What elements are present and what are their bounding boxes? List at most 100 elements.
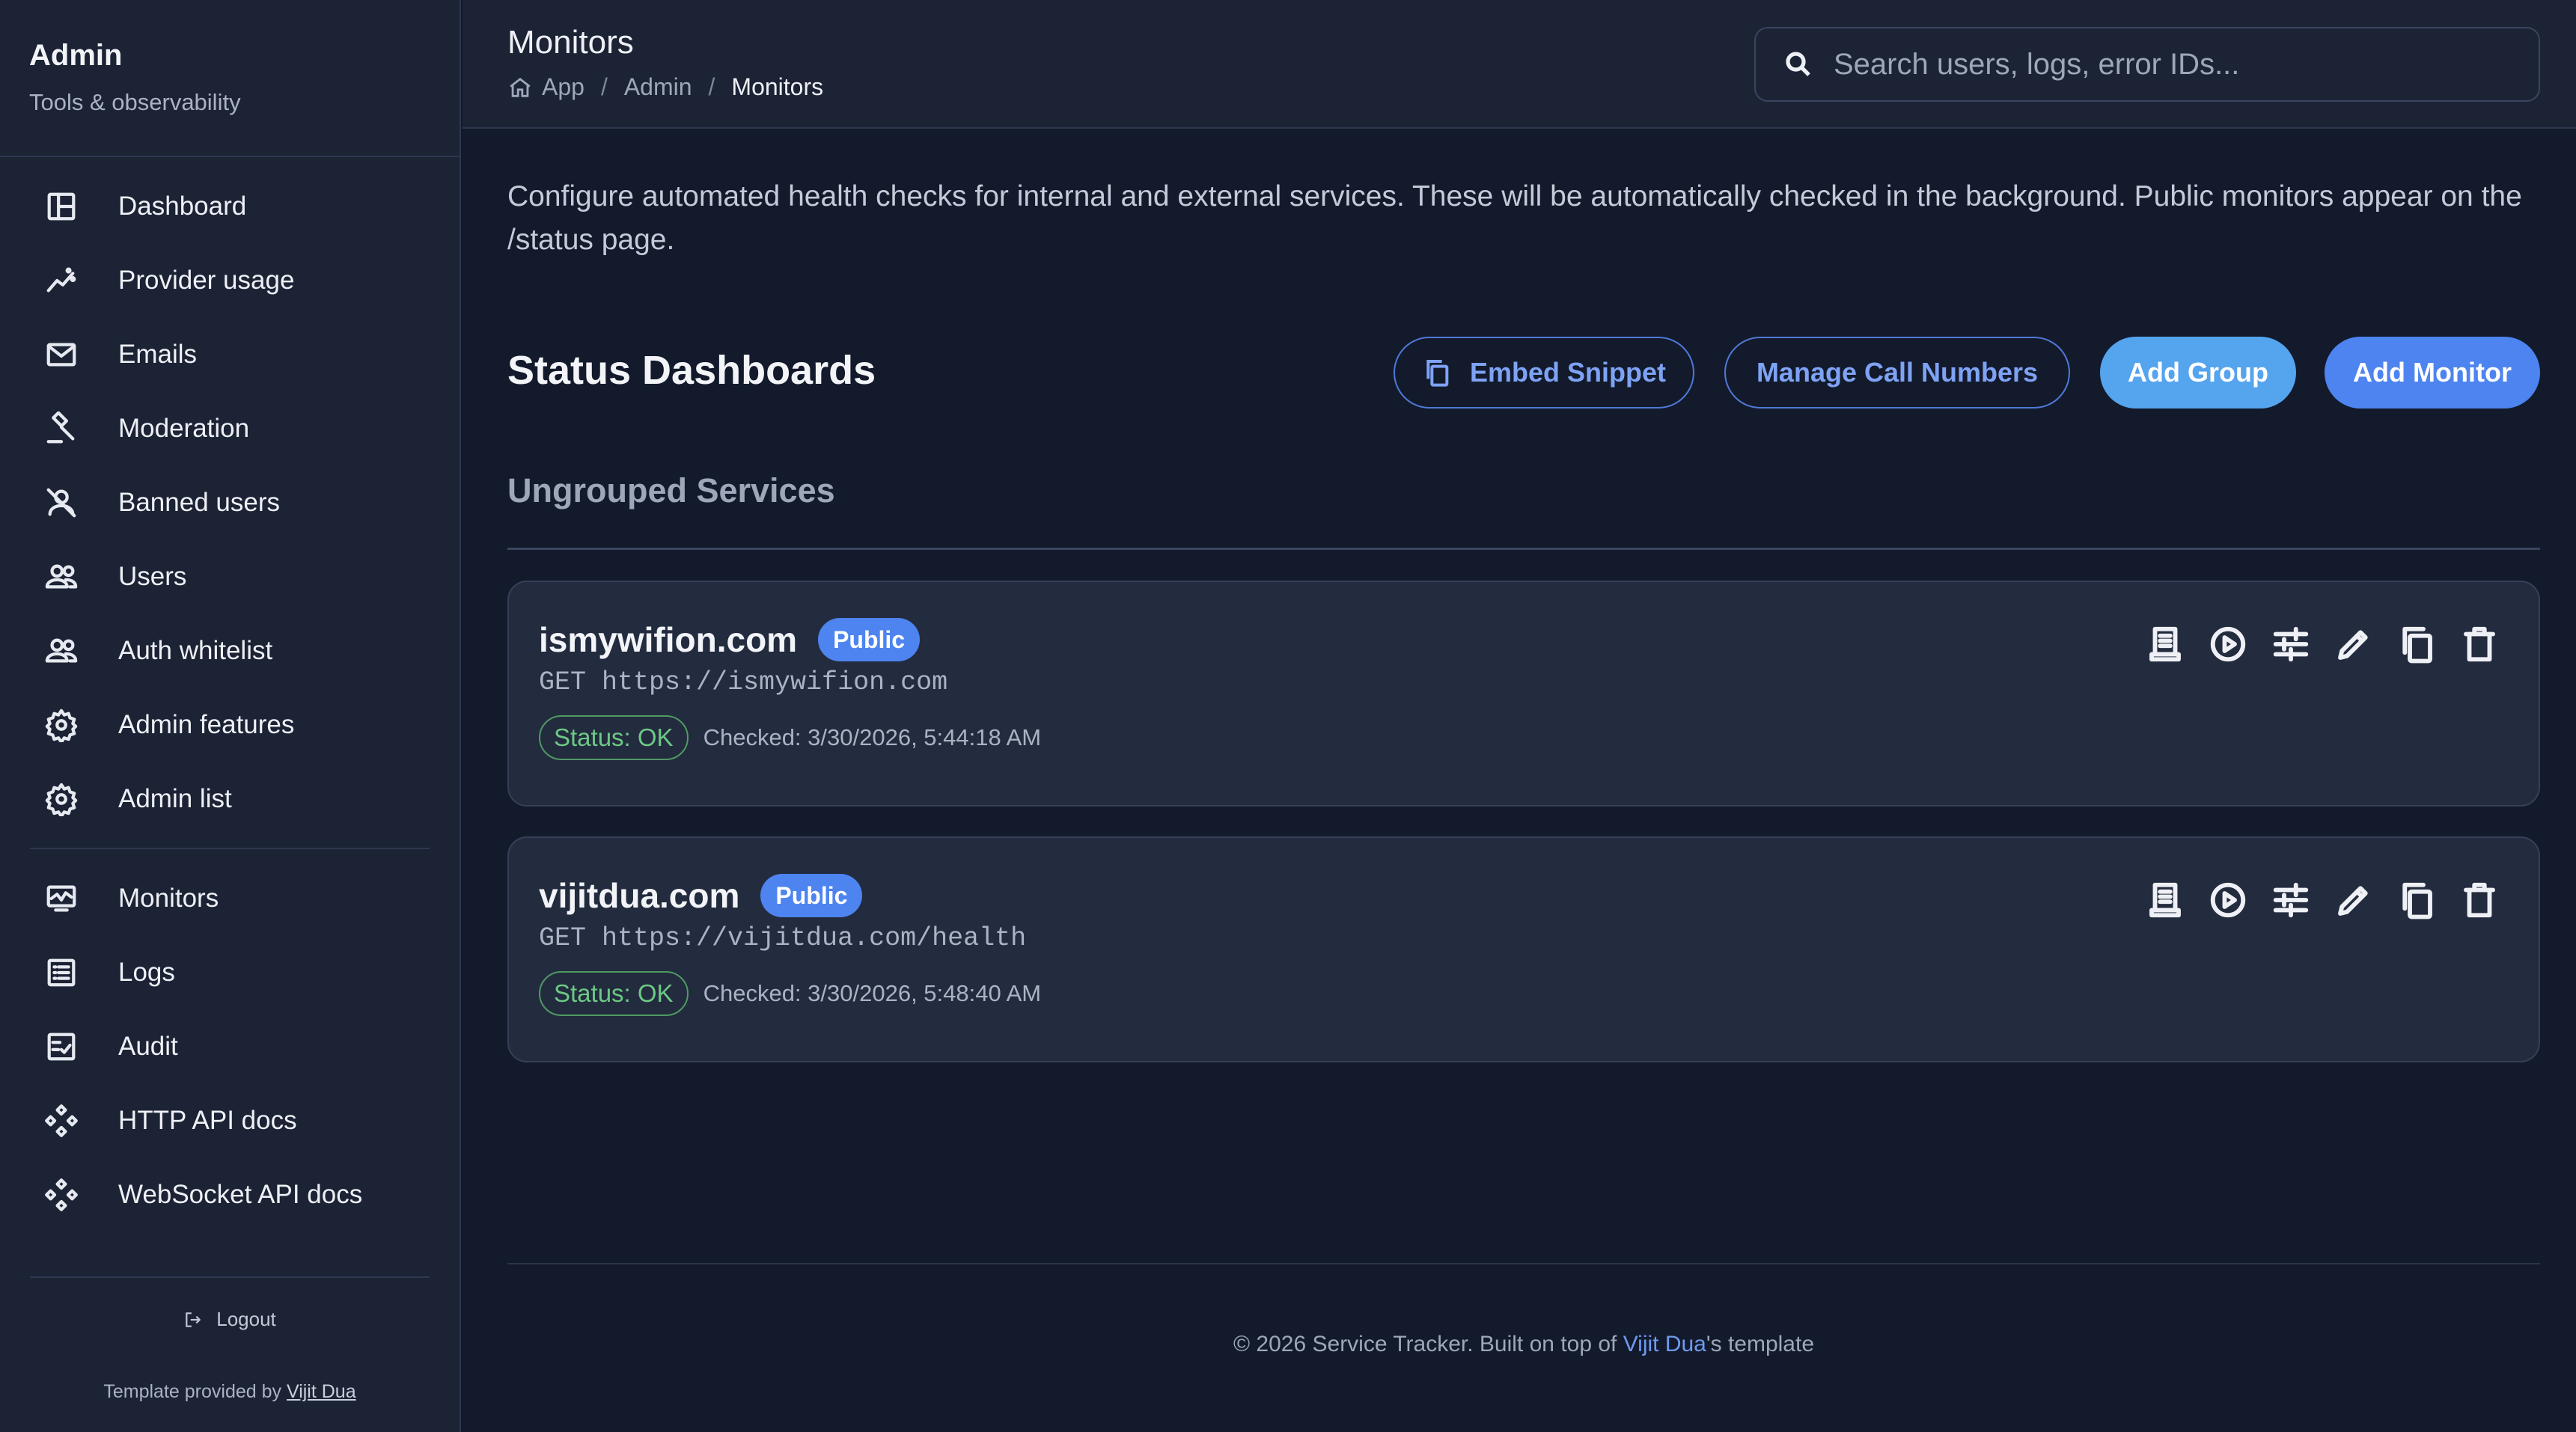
receipt-icon (2149, 882, 2181, 918)
footer-author-link[interactable]: Vijit Dua (1623, 1332, 1706, 1356)
monitor-card: ismywifion.com Public GET https://ismywi… (507, 581, 2540, 807)
edit-button[interactable] (2332, 878, 2375, 922)
sidebar-item-admin-features[interactable]: Admin features (30, 688, 430, 762)
monitor-name: ismywifion.com (539, 620, 798, 659)
settings-button[interactable] (2269, 878, 2313, 922)
sidebar-item-users[interactable]: Users (30, 539, 430, 614)
add-group-button[interactable]: Add Group (2100, 337, 2296, 409)
edit-button[interactable] (2332, 622, 2375, 666)
status-badge: Status: OK (539, 715, 689, 760)
sidebar-bottom-divider (30, 1276, 430, 1278)
sidebar-item-logs[interactable]: Logs (30, 935, 430, 1009)
monitor-card: vijitdua.com Public GET https://vijitdua… (507, 836, 2540, 1062)
sidebar-item-label: Admin list (118, 783, 232, 813)
section-divider (507, 548, 2540, 550)
logout-icon (186, 1312, 201, 1327)
logs-button[interactable] (2143, 878, 2187, 922)
page-footer: © 2026 Service Tracker. Built on top of … (507, 1332, 2540, 1357)
embed-snippet-label: Embed Snippet (1469, 357, 1667, 388)
logout-button[interactable]: Logout (0, 1308, 460, 1331)
add-group-label: Add Group (2128, 357, 2268, 388)
api-icon (42, 1175, 81, 1214)
sidebar-item-label: Moderation (118, 413, 250, 443)
mail-icon (42, 335, 81, 374)
sidebar-item-label: WebSocket API docs (118, 1179, 363, 1209)
sidebar-item-label: Provider usage (118, 265, 295, 295)
embed-snippet-button[interactable]: Embed Snippet (1394, 337, 1694, 409)
sidebar: Admin Tools & observability Dashboard Pr… (0, 0, 461, 1432)
gear-icon (42, 780, 81, 818)
monitor-actions (2124, 622, 2501, 666)
breadcrumb-monitors: Monitors (731, 73, 824, 100)
checked-timestamp: Checked: 3/30/2026, 5:44:18 AM (703, 724, 1042, 750)
page-title: Monitors (507, 24, 634, 61)
manage-call-numbers-button[interactable]: Manage Call Numbers (1724, 337, 2070, 409)
monitor-heading: vijitdua.com Public (539, 874, 863, 917)
sidebar-item-moderation[interactable]: Moderation (30, 391, 430, 465)
run-check-button[interactable] (2206, 878, 2250, 922)
logs-button[interactable] (2143, 622, 2187, 666)
sidebar-item-label: Logs (118, 957, 175, 987)
sidebar-item-label: Users (118, 561, 187, 591)
duplicate-button[interactable] (2395, 622, 2438, 666)
monitor-actions (2124, 878, 2501, 922)
intro-text: Configure automated health checks for in… (507, 180, 2522, 256)
sidebar-item-http-api-docs[interactable]: HTTP API docs (30, 1083, 430, 1157)
delete-button[interactable] (2458, 622, 2501, 666)
sidebar-item-monitors[interactable]: Monitors (30, 861, 430, 935)
run-check-button[interactable] (2206, 622, 2250, 666)
sidebar-nav: Dashboard Provider usage Emails Moderati… (30, 169, 430, 1231)
sidebar-item-banned-users[interactable]: Banned users (30, 465, 430, 539)
monitor-url: GET https://ismywifion.com (539, 667, 948, 697)
template-credit: Template provided by Vijit Dua (0, 1381, 460, 1403)
add-monitor-button[interactable]: Add Monitor (2325, 337, 2540, 409)
sidebar-item-admin-list[interactable]: Admin list (30, 762, 430, 836)
user-off-icon (42, 483, 81, 522)
trash-icon (2464, 882, 2495, 918)
sidebar-item-websocket-api-docs[interactable]: WebSocket API docs (30, 1157, 430, 1231)
public-badge: Public (760, 874, 863, 917)
logout-label: Logout (216, 1308, 276, 1330)
status-badge: Status: OK (539, 971, 689, 1016)
monitor-name: vijitdua.com (539, 876, 740, 915)
sidebar-item-auth-whitelist[interactable]: Auth whitelist (30, 614, 430, 688)
api-icon (42, 1101, 81, 1140)
sidebar-item-label: Admin features (118, 709, 295, 739)
users-icon (42, 557, 81, 596)
pencil-icon (2338, 886, 2368, 916)
play-circle-icon (2210, 626, 2246, 662)
monitor-status-row: Status: OK Checked: 3/30/2026, 5:44:18 A… (539, 715, 1041, 760)
breadcrumb-admin[interactable]: Admin (624, 73, 692, 101)
sidebar-nav-divider (30, 848, 430, 849)
status-dashboards-header: Status Dashboards Embed Snippet Manage C… (507, 334, 2540, 409)
sidebar-item-audit[interactable]: Audit (30, 1009, 430, 1083)
sidebar-item-dashboard[interactable]: Dashboard (30, 169, 430, 243)
search-input[interactable] (1834, 47, 2507, 82)
breadcrumb-separator: / (708, 73, 715, 100)
monitor-list: ismywifion.com Public GET https://ismywi… (507, 581, 2540, 1092)
app-root: Admin Tools & observability Dashboard Pr… (0, 0, 2576, 1432)
top-header: Monitors App / Admin / Monitors (463, 0, 2576, 129)
sidebar-item-label: Dashboard (118, 191, 247, 221)
settings-button[interactable] (2269, 622, 2313, 666)
monitor-url: GET https://vijitdua.com/health (539, 923, 1027, 953)
sidebar-brand: Admin Tools & observability (29, 39, 241, 116)
monitor-heading: ismywifion.com Public (539, 618, 921, 661)
footer-suffix: 's template (1706, 1332, 1815, 1356)
delete-button[interactable] (2458, 878, 2501, 922)
sidebar-item-emails[interactable]: Emails (30, 317, 430, 391)
sidebar-item-label: Emails (118, 339, 198, 369)
sidebar-item-label: Monitors (118, 883, 219, 913)
duplicate-button[interactable] (2395, 878, 2438, 922)
breadcrumb-app[interactable]: App (542, 73, 585, 101)
checklist-icon (42, 1027, 81, 1066)
sidebar-item-label: Auth whitelist (118, 635, 273, 665)
sidebar-subtitle: Tools & observability (29, 89, 241, 115)
chart-line-icon (42, 261, 81, 300)
footer-text: © 2026 Service Tracker. Built on top of (1233, 1332, 1617, 1356)
credit-link[interactable]: Vijit Dua (287, 1381, 356, 1402)
section-title: Status Dashboards (507, 348, 876, 393)
sidebar-item-label: Banned users (118, 487, 280, 517)
sidebar-title: Admin (29, 39, 123, 72)
sidebar-item-provider-usage[interactable]: Provider usage (30, 243, 430, 317)
